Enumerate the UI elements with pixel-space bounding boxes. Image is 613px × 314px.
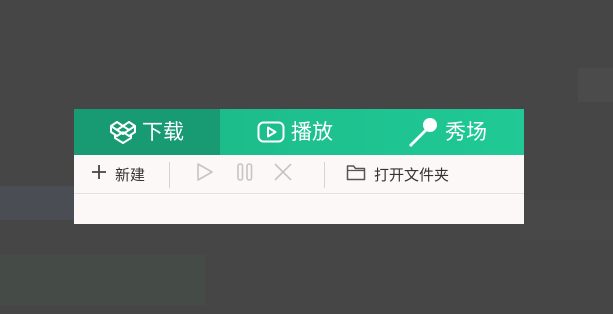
toolbar-divider xyxy=(324,162,325,188)
delete-button[interactable] xyxy=(273,155,293,193)
background-blur-block xyxy=(520,200,613,240)
tab-download-label: 下载 xyxy=(142,119,184,144)
tab-download[interactable]: 下载 xyxy=(74,109,220,155)
x-icon xyxy=(273,162,293,186)
download-manager-panel: 下载 播放 秀场 新建 打开文件夹 xyxy=(74,109,524,224)
pause-button[interactable] xyxy=(236,155,254,193)
toolbar: 新建 打开文件夹 xyxy=(74,155,524,194)
pause-icon xyxy=(236,162,254,186)
microphone-icon xyxy=(407,117,439,147)
tab-play-label: 播放 xyxy=(291,119,333,144)
start-button[interactable] xyxy=(196,155,214,193)
new-task-button[interactable]: 新建 xyxy=(91,155,145,193)
open-folder-label: 打开文件夹 xyxy=(374,165,450,184)
background-blur-block xyxy=(0,255,205,305)
video-play-icon xyxy=(257,121,285,143)
tab-show-label: 秀场 xyxy=(445,119,487,144)
new-task-label: 新建 xyxy=(115,165,146,184)
tab-play[interactable]: 播放 xyxy=(220,109,370,155)
folder-icon xyxy=(346,164,366,185)
tab-bar: 下载 播放 秀场 xyxy=(74,109,524,155)
background-blur-block xyxy=(0,186,80,220)
play-icon xyxy=(196,162,214,186)
toolbar-divider xyxy=(169,162,170,188)
tab-show[interactable]: 秀场 xyxy=(370,109,524,155)
open-folder-button[interactable]: 打开文件夹 xyxy=(346,155,449,193)
plus-icon xyxy=(91,164,107,184)
background-blur-block xyxy=(578,68,613,102)
box-icon xyxy=(110,119,136,145)
